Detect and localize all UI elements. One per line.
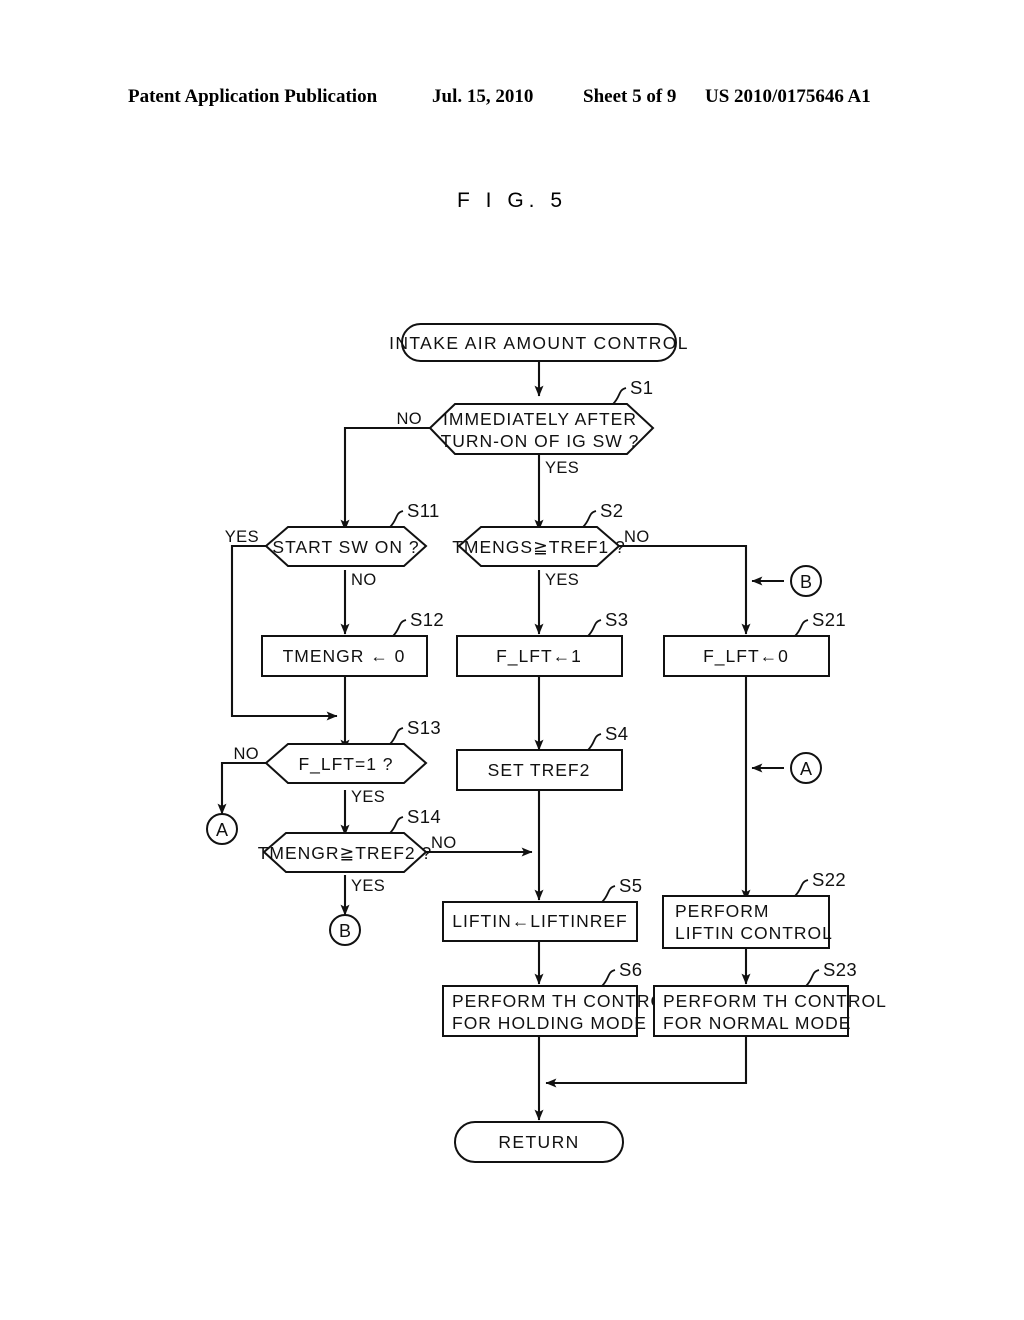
connector-b-left: B xyxy=(329,914,361,946)
node-s14-step: S14 xyxy=(407,806,441,827)
edge-label-s11-no: NO xyxy=(351,571,377,589)
connector-b-right: B xyxy=(790,565,822,597)
node-s12-step: S12 xyxy=(410,609,444,630)
edge-label-s14-no: NO xyxy=(431,834,457,852)
edge-s2-no-to-s21 xyxy=(619,544,751,635)
node-s4-label: SET TREF2 xyxy=(488,760,591,780)
node-s23-step: S23 xyxy=(823,959,857,980)
edge-label-s1-no: NO xyxy=(396,410,422,428)
node-s22-step: S22 xyxy=(812,869,846,890)
edge-s23-to-return-trunk xyxy=(545,1036,748,1088)
node-s3-label: F_LFT←1 xyxy=(496,646,582,667)
node-s13-label: F_LFT=1 ? xyxy=(298,754,393,775)
edge-label-s13-yes: YES xyxy=(351,788,385,806)
node-s3-step: S3 xyxy=(605,609,628,630)
node-s23: PERFORM TH CONTROL FOR NORMAL MODE S23 xyxy=(653,959,887,1037)
edge-label-s11-yes: YES xyxy=(225,528,259,546)
patent-page: Patent Application Publication Jul. 15, … xyxy=(0,0,1024,1320)
connector-a-left-label: A xyxy=(216,820,228,840)
node-s1-step: S1 xyxy=(630,377,653,398)
node-s13-step: S13 xyxy=(407,717,441,738)
node-s2-label: TMENGS≧TREF1 ? xyxy=(452,537,626,557)
node-s3: F_LFT←1 S3 xyxy=(456,609,628,677)
node-s22: PERFORM LIFTIN CONTROL S22 xyxy=(662,869,846,949)
node-s21: F_LFT←0 S21 xyxy=(663,609,846,677)
node-return-label: RETURN xyxy=(498,1132,579,1152)
node-s21-label: F_LFT←0 xyxy=(703,646,789,667)
node-s4-step: S4 xyxy=(605,723,628,744)
node-s12-label: TMENGR ← 0 xyxy=(283,646,406,666)
edge-label-s14-yes: YES xyxy=(351,877,385,895)
connector-a-right: A xyxy=(790,752,822,784)
node-s5-label: LIFTIN←LIFTINREF xyxy=(452,911,627,931)
node-s1-label-line1: IMMEDIATELY AFTER xyxy=(443,409,637,429)
node-s6: PERFORM TH CONTROL FOR HOLDING MODE S6 xyxy=(442,959,676,1037)
flowchart-diagram: INTAKE AIR AMOUNT CONTROL IMMEDIATELY AF… xyxy=(206,323,887,1163)
node-return: RETURN xyxy=(454,1121,624,1163)
node-s11: START SW ON ? S11 YES NO xyxy=(225,500,440,589)
node-start-label: INTAKE AIR AMOUNT CONTROL xyxy=(389,333,689,353)
node-start: INTAKE AIR AMOUNT CONTROL xyxy=(389,323,689,362)
edge-label-s1-yes: YES xyxy=(545,459,579,477)
node-s13: F_LFT=1 ? S13 NO YES xyxy=(233,717,441,806)
edge-label-s2-yes: YES xyxy=(545,571,579,589)
node-s11-step: S11 xyxy=(407,500,440,521)
node-s22-label-line2: LIFTIN CONTROL xyxy=(675,923,833,943)
node-s2-step: S2 xyxy=(600,500,623,521)
node-s5: LIFTIN←LIFTINREF S5 xyxy=(442,875,642,942)
node-s11-label: START SW ON ? xyxy=(272,537,419,557)
node-s22-label-line1: PERFORM xyxy=(675,901,770,921)
connector-a-left: A xyxy=(206,813,238,845)
node-s23-label-line1: PERFORM TH CONTROL xyxy=(663,991,887,1011)
node-s23-label-line2: FOR NORMAL MODE xyxy=(663,1013,851,1033)
node-s1: IMMEDIATELY AFTER TURN-ON OF IG SW ? S1 … xyxy=(396,377,655,477)
node-s6-label-line1: PERFORM TH CONTROL xyxy=(452,991,676,1011)
connector-b-right-label: B xyxy=(800,572,812,592)
node-s6-label-line2: FOR HOLDING MODE xyxy=(452,1013,647,1033)
connector-b-left-label: B xyxy=(339,921,351,941)
edge-s11-yes-to-trunk xyxy=(230,544,338,721)
node-s12: TMENGR ← 0 S12 xyxy=(261,609,444,677)
node-s1-label-line2: TURN-ON OF IG SW ? xyxy=(441,431,640,451)
node-s21-step: S21 xyxy=(812,609,846,630)
node-s5-step: S5 xyxy=(619,875,642,896)
node-s14: TMENGR≧TREF2 ? S14 NO YES xyxy=(258,806,457,895)
node-s14-label: TMENGR≧TREF2 ? xyxy=(258,843,433,863)
edge-label-s2-no: NO xyxy=(624,528,650,546)
edge-s13-no-to-a xyxy=(217,761,266,815)
edge-label-s13-no: NO xyxy=(233,745,259,763)
connector-a-right-label: A xyxy=(800,759,812,779)
node-s4: SET TREF2 S4 xyxy=(456,723,628,791)
node-s6-step: S6 xyxy=(619,959,642,980)
node-s2: TMENGS≧TREF1 ? S2 NO YES xyxy=(452,500,649,589)
